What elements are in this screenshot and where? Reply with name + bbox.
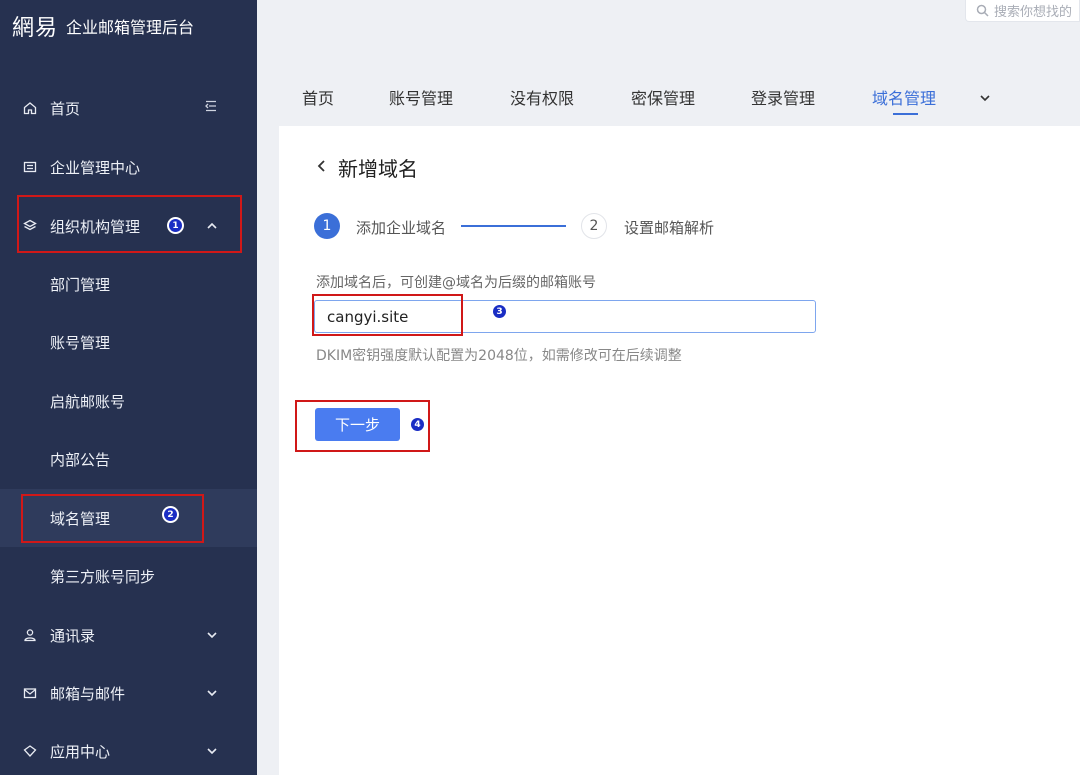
domain-hint-text: 添加域名后，可创建@域名为后缀的邮箱账号: [316, 275, 596, 291]
sidebar-item-departments[interactable]: 部门管理: [0, 255, 257, 313]
user-icon: [22, 627, 38, 643]
step-marker-1: 1: [167, 217, 184, 234]
search-placeholder: 搜索你想找的: [994, 5, 1073, 20]
step-connector: [461, 225, 566, 227]
sidebar-item-home[interactable]: 首页: [0, 79, 257, 137]
sidebar: 網易 企业邮箱管理后台 首页 企业管理中心 组织机构管理 部门管理 账号管理 启…: [0, 0, 257, 775]
collapse-menu-icon[interactable]: [204, 99, 218, 117]
search-box[interactable]: 搜索你想找的: [965, 0, 1080, 22]
sidebar-item-announcements[interactable]: 内部公告: [0, 430, 257, 488]
brand-title: 企业邮箱管理后台: [66, 18, 195, 37]
step-marker-4: 4: [409, 416, 426, 433]
tab-bar: 首页 账号管理 没有权限 密保管理 登录管理 域名管理: [257, 70, 1080, 126]
sidebar-item-label: 应用中心: [50, 742, 111, 761]
step-1-indicator: 1: [314, 213, 340, 239]
highlight-box-organization: [17, 195, 242, 253]
tabs-more-chevron-icon[interactable]: [978, 90, 992, 109]
dkim-note: DKIM密钥强度默认配置为2048位，如需修改可在后续调整: [316, 348, 682, 364]
step-2-label: 设置邮箱解析: [624, 219, 715, 237]
sidebar-item-label: 部门管理: [50, 275, 111, 294]
sidebar-item-label: 邮箱与邮件: [50, 684, 126, 703]
back-chevron-icon[interactable]: [316, 157, 328, 175]
chevron-down-icon: [205, 744, 219, 758]
sidebar-item-contacts[interactable]: 通讯录: [0, 606, 257, 664]
page-title: 新增域名: [338, 157, 418, 181]
chevron-down-icon: [205, 686, 219, 700]
sidebar-item-label: 内部公告: [50, 450, 111, 469]
step-marker-3: 3: [491, 303, 508, 320]
brand: 網易 企业邮箱管理后台: [12, 12, 195, 41]
tab-accounts[interactable]: 账号管理: [389, 85, 453, 109]
sidebar-item-app-center[interactable]: 应用中心: [0, 722, 257, 775]
brand-logo: 網易: [12, 16, 59, 41]
sidebar-item-label: 启航邮账号: [50, 392, 126, 411]
step-2-indicator: 2: [581, 213, 607, 239]
sidebar-item-label: 企业管理中心: [50, 158, 141, 177]
search-icon: [976, 4, 989, 17]
tab-domains[interactable]: 域名管理: [872, 85, 936, 109]
tab-security[interactable]: 密保管理: [631, 85, 695, 109]
sidebar-item-enterprise[interactable]: 企业管理中心: [0, 138, 257, 196]
step-1-label: 添加企业域名: [356, 219, 447, 237]
tab-no-permission[interactable]: 没有权限: [510, 85, 574, 109]
chevron-down-icon: [205, 628, 219, 642]
building-icon: [22, 159, 38, 175]
sidebar-item-label: 账号管理: [50, 333, 111, 352]
highlight-box-domain-input: [312, 294, 463, 336]
sidebar-item-third-party-sync[interactable]: 第三方账号同步: [0, 547, 257, 605]
sidebar-item-mailbox[interactable]: 邮箱与邮件: [0, 664, 257, 722]
step-marker-2: 2: [162, 506, 179, 523]
tab-login[interactable]: 登录管理: [751, 85, 815, 109]
sidebar-item-accounts[interactable]: 账号管理: [0, 313, 257, 371]
sidebar-item-qihang-accounts[interactable]: 启航邮账号: [0, 372, 257, 430]
sidebar-item-label: 通讯录: [50, 626, 96, 645]
top-bar: [257, 0, 1080, 46]
home-icon: [22, 100, 38, 116]
sidebar-item-label: 第三方账号同步: [50, 567, 156, 586]
active-tab-indicator: [893, 113, 918, 115]
app-icon: [22, 743, 38, 759]
tab-home[interactable]: 首页: [302, 85, 334, 109]
sidebar-item-label: 首页: [50, 99, 81, 118]
mail-icon: [22, 685, 38, 701]
